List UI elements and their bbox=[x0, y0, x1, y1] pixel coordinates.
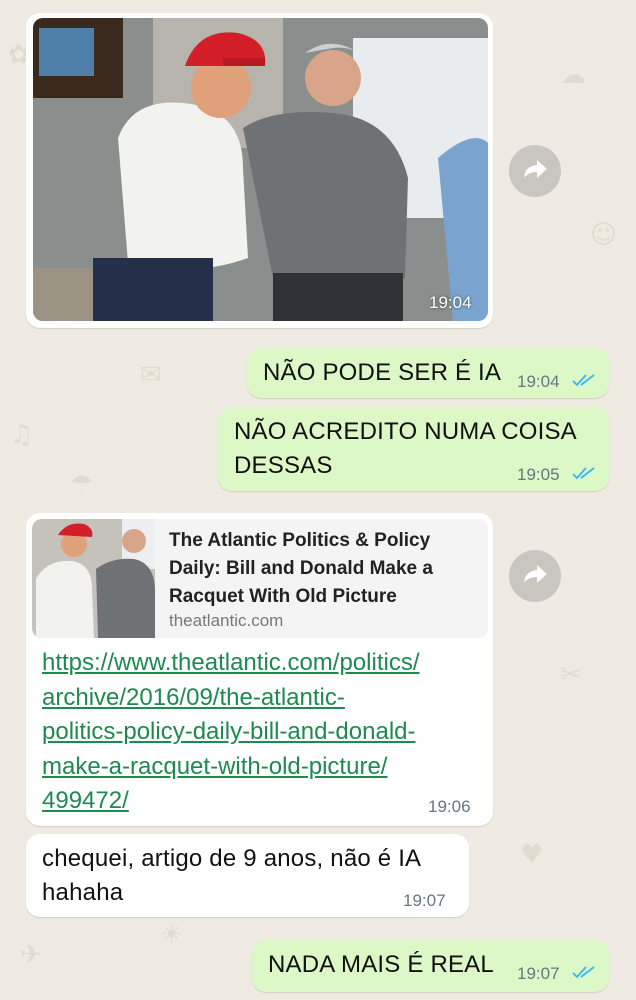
outgoing-message[interactable]: NADA MAIS É REAL 19:07 bbox=[252, 940, 609, 992]
message-time: 19:07 bbox=[403, 891, 446, 910]
doodle-icon: ♥ bbox=[520, 840, 544, 870]
doodle-icon: ☺ bbox=[590, 220, 618, 250]
link-preview-domain: theatlantic.com bbox=[169, 611, 284, 630]
double-check-icon bbox=[572, 466, 596, 485]
message-text-line: NÃO ACREDITO NUMA COISA bbox=[234, 418, 577, 445]
doodle-icon: ☂ bbox=[70, 470, 94, 500]
message-time: 19:07 bbox=[517, 964, 560, 983]
outgoing-message[interactable]: NÃO ACREDITO NUMA COISA DESSAS 19:05 bbox=[218, 407, 609, 491]
double-check-icon bbox=[572, 373, 596, 392]
incoming-message[interactable]: chequei, artigo de 9 anos, não é IA haha… bbox=[26, 834, 469, 917]
doodle-icon: ☀ bbox=[160, 920, 184, 950]
forward-button[interactable] bbox=[509, 550, 561, 602]
message-time: 19:04 bbox=[429, 293, 472, 312]
message-time: 19:04 bbox=[517, 372, 560, 391]
forward-icon bbox=[522, 158, 548, 185]
doodle-icon: ✉ bbox=[140, 360, 162, 390]
doodle-icon: ✈ bbox=[20, 940, 42, 970]
outgoing-message[interactable]: NÃO PODE SER É IA 19:04 bbox=[247, 348, 609, 398]
link-message-bubble[interactable]: The Atlantic Politics & Policy Daily: Bi… bbox=[26, 513, 493, 826]
double-check-icon bbox=[572, 965, 596, 984]
message-link[interactable]: https://www.theatlantic.com/politics/ ar… bbox=[42, 646, 419, 819]
forward-icon bbox=[522, 563, 548, 590]
photo-message-bubble[interactable]: 19:04 bbox=[26, 13, 493, 328]
shared-photo[interactable] bbox=[33, 18, 488, 321]
message-text-line: DESSAS bbox=[234, 452, 333, 479]
message-text: NÃO PODE SER É IA bbox=[263, 359, 502, 386]
forward-button[interactable] bbox=[509, 145, 561, 197]
link-preview-card[interactable]: The Atlantic Politics & Policy Daily: Bi… bbox=[32, 519, 488, 638]
message-text: NADA MAIS É REAL bbox=[268, 951, 494, 978]
message-text-line: chequei, artigo de 9 anos, não é IA bbox=[42, 845, 422, 872]
doodle-icon: ♫ bbox=[10, 420, 34, 450]
message-time: 19:06 bbox=[428, 797, 471, 816]
doodle-icon: ✂ bbox=[560, 660, 582, 690]
message-time: 19:05 bbox=[517, 465, 560, 484]
link-preview-thumbnail bbox=[32, 519, 155, 638]
message-text-line: hahaha bbox=[42, 879, 124, 906]
doodle-icon: ☁ bbox=[560, 60, 586, 90]
link-preview-title: The Atlantic Politics & Policy Daily: Bi… bbox=[169, 530, 433, 607]
